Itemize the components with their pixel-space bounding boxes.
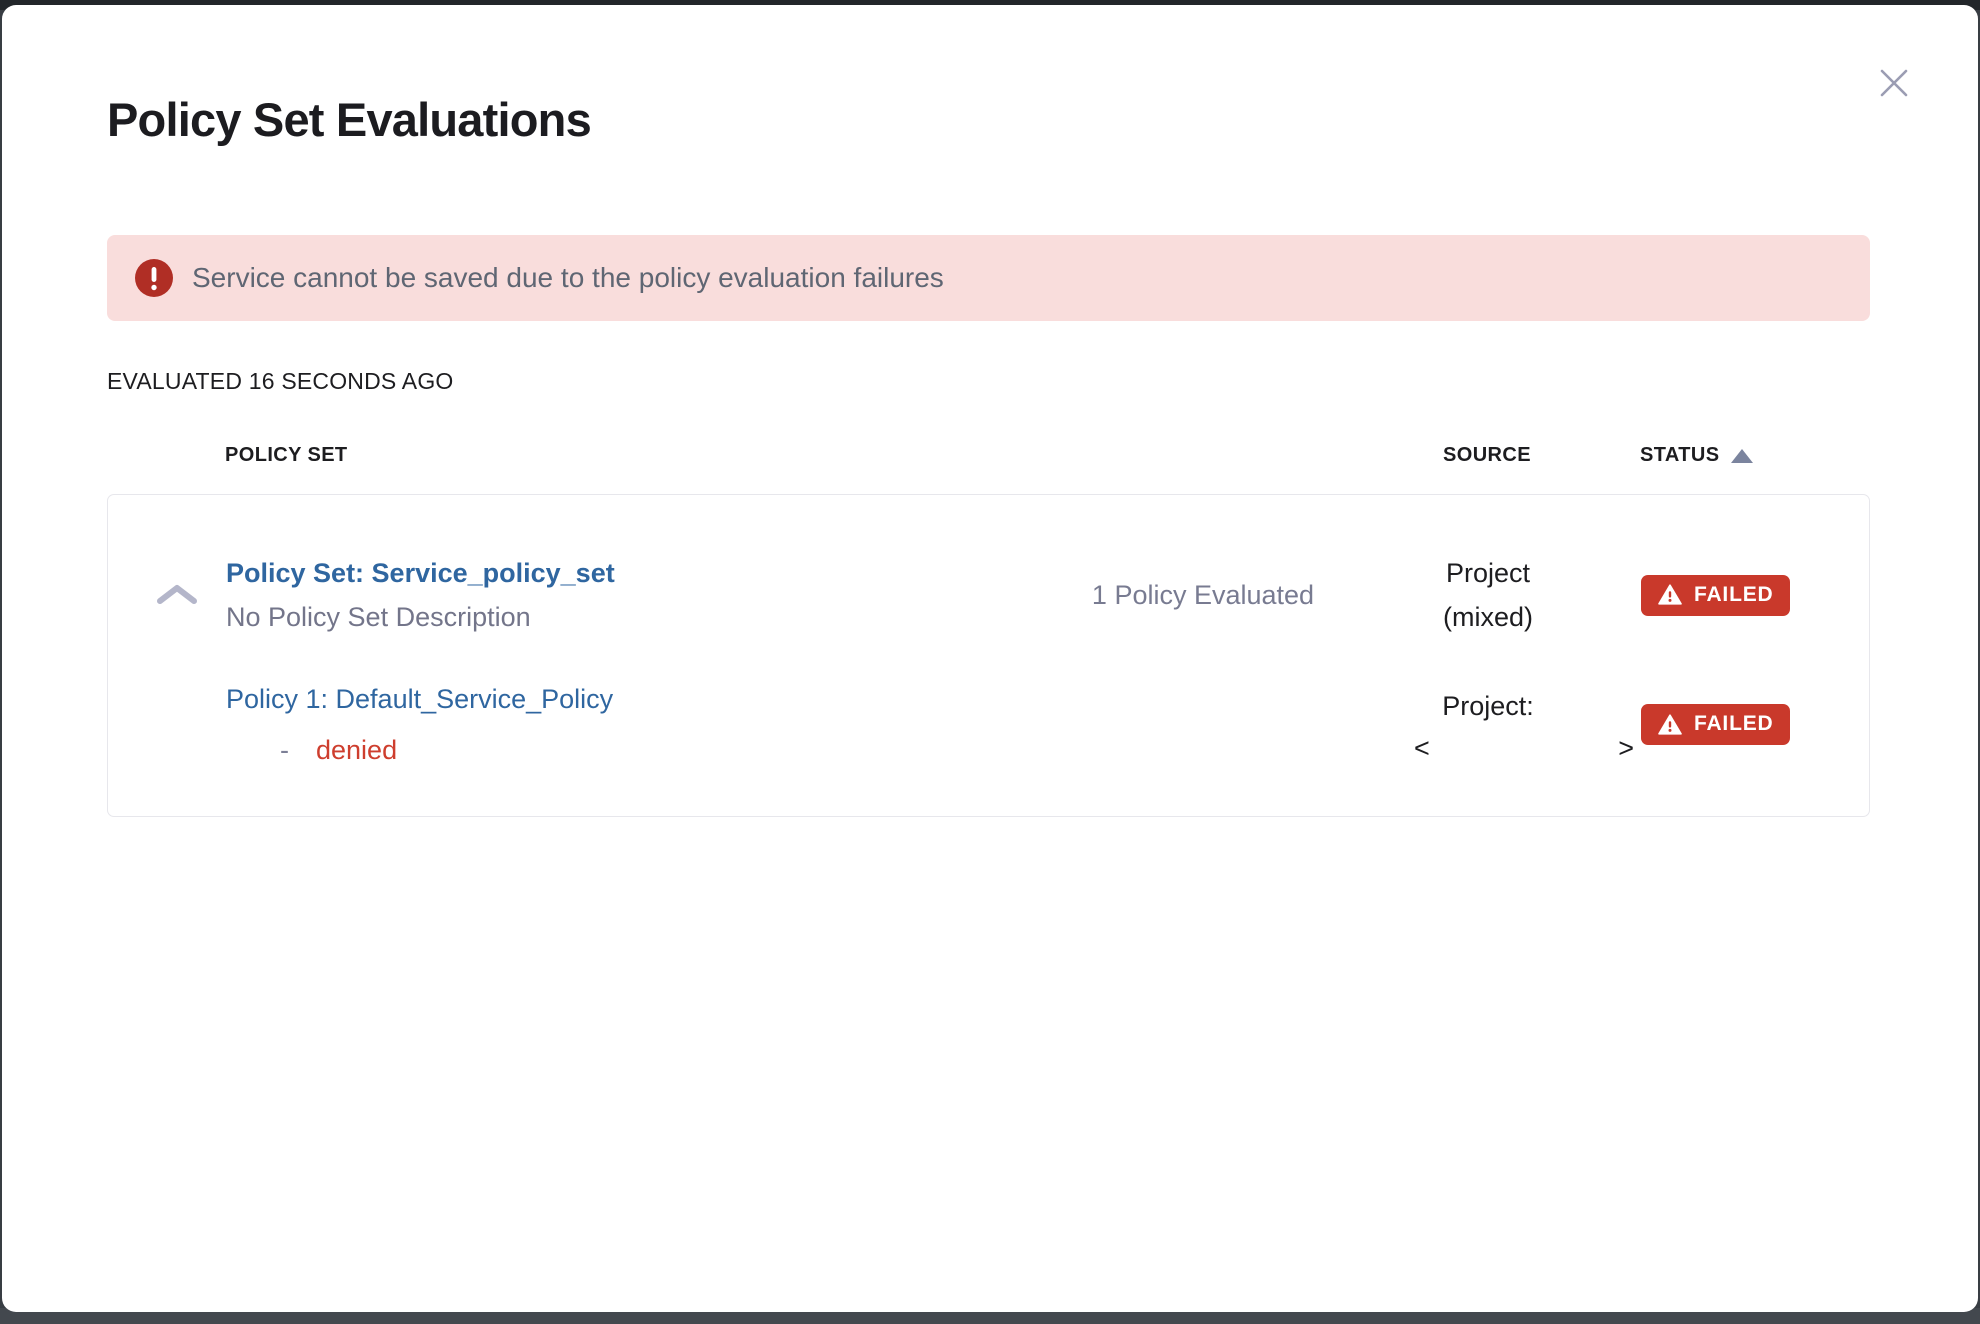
source-line1: Project xyxy=(1358,551,1618,595)
column-header-status-label: STATUS xyxy=(1640,444,1719,467)
error-banner-message: Service cannot be saved due to the polic… xyxy=(192,262,944,294)
policies-evaluated-count: 1 Policy Evaluated xyxy=(1048,580,1358,611)
chevron-up-icon xyxy=(153,581,203,609)
policy-set-evaluation-card: Policy Set: Service_policy_set No Policy… xyxy=(107,494,1870,817)
policy-set-cell: Policy Set: Service_policy_set No Policy… xyxy=(226,557,1048,633)
sort-ascending-triangle-icon xyxy=(1731,449,1753,463)
detail-dash: - xyxy=(280,735,289,766)
status-cell: FAILED xyxy=(1618,575,1869,616)
table-row: Policy Set: Service_policy_set No Policy… xyxy=(108,551,1869,639)
policy-detail-line: - denied xyxy=(226,735,1048,766)
policy-set-evaluations-modal: Policy Set Evaluations Service cannot be… xyxy=(2,5,1978,1312)
table-row: Policy 1: Default_Service_Policy - denie… xyxy=(108,683,1869,766)
status-badge-label: FAILED xyxy=(1694,583,1773,607)
modal-content: Policy Set Evaluations Service cannot be… xyxy=(2,91,1978,817)
source-line1: Project: xyxy=(1358,684,1618,728)
close-icon xyxy=(1875,64,1913,102)
warning-triangle-icon xyxy=(1658,584,1682,605)
policy-cell: Policy 1: Default_Service_Policy - denie… xyxy=(226,683,1048,766)
source-cell: Project (mixed) xyxy=(1358,551,1618,639)
page-title: Policy Set Evaluations xyxy=(107,91,1870,149)
status-cell: FAILED xyxy=(1618,704,1869,745)
source-redacted-line: < > xyxy=(1414,730,1634,766)
evaluated-timestamp: EVALUATED 16 SECONDS AGO xyxy=(107,368,1870,395)
warning-triangle-icon xyxy=(1658,714,1682,735)
policy-set-description: No Policy Set Description xyxy=(226,601,1048,633)
source-line2: (mixed) xyxy=(1358,595,1618,639)
column-header-source: SOURCE xyxy=(1357,444,1617,467)
source-cell: Project: < > xyxy=(1358,684,1618,766)
error-exclamation-icon xyxy=(135,259,173,297)
angle-open: < xyxy=(1414,730,1430,766)
policy-link[interactable]: Policy 1: Default_Service_Policy xyxy=(226,683,613,715)
status-badge: FAILED xyxy=(1641,575,1790,616)
close-button[interactable] xyxy=(1872,61,1916,105)
policy-set-link[interactable]: Policy Set: Service_policy_set xyxy=(226,557,615,589)
collapse-row-button[interactable] xyxy=(153,577,209,613)
error-banner: Service cannot be saved due to the polic… xyxy=(107,235,1870,321)
column-header-policy-set: POLICY SET xyxy=(225,444,1047,467)
status-badge: FAILED xyxy=(1641,704,1790,745)
column-header-status[interactable]: STATUS xyxy=(1640,444,1870,467)
table-header-row: POLICY SET SOURCE STATUS xyxy=(107,444,1870,467)
policy-denied-text: denied xyxy=(316,735,397,766)
status-badge-label: FAILED xyxy=(1694,712,1773,736)
